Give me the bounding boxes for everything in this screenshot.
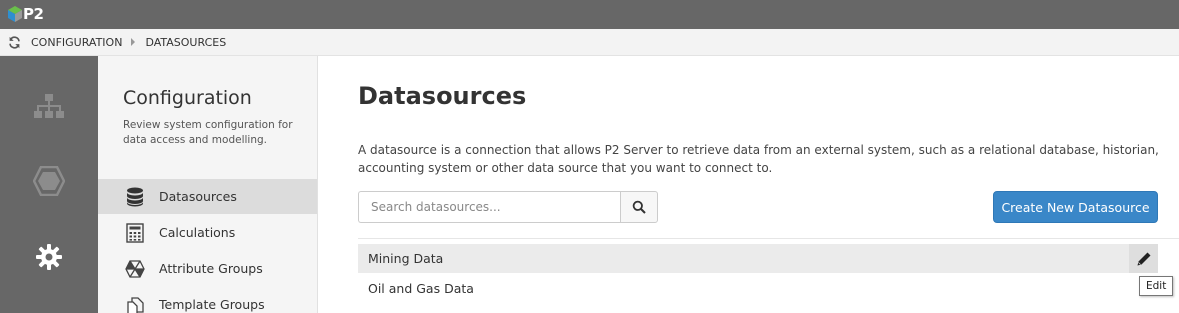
nav-item-datasources[interactable]: Datasources xyxy=(98,179,317,214)
nav-item-attribute-groups[interactable]: Attribute Groups xyxy=(98,251,317,286)
list-item-label: Mining Data xyxy=(368,251,444,266)
p2-logo-icon xyxy=(8,6,22,22)
calculator-icon xyxy=(124,222,146,244)
edit-button[interactable] xyxy=(1129,244,1158,273)
attribute-groups-icon xyxy=(124,258,146,280)
refresh-icon[interactable] xyxy=(7,35,21,49)
search-group xyxy=(358,191,658,223)
icon-rail xyxy=(0,56,98,313)
main-content: Datasources A datasource is a connection… xyxy=(318,56,1179,313)
list-item[interactable]: Oil and Gas Data xyxy=(358,274,1158,303)
nav-item-label: Attribute Groups xyxy=(159,261,263,276)
page-title: Datasources xyxy=(358,82,527,110)
edit-tooltip: Edit xyxy=(1139,276,1174,296)
search-button[interactable] xyxy=(620,191,658,223)
pencil-icon xyxy=(1137,252,1150,265)
list-item-label: Oil and Gas Data xyxy=(368,281,474,296)
breadcrumb-datasources: DATASOURCES xyxy=(145,35,227,49)
nav-item-template-groups[interactable]: Template Groups xyxy=(98,287,317,313)
nav-item-label: Calculations xyxy=(159,225,236,240)
page-description: A datasource is a connection that allows… xyxy=(358,143,1159,175)
panel-description: Review system configuration for data acc… xyxy=(123,119,293,146)
gear-icon[interactable] xyxy=(0,241,98,273)
search-icon xyxy=(632,200,646,214)
nav-item-label: Template Groups xyxy=(159,297,265,312)
create-datasource-button[interactable]: Create New Datasource xyxy=(993,191,1158,223)
hexagon-icon[interactable] xyxy=(0,164,98,198)
breadcrumb-separator-icon xyxy=(131,38,136,46)
database-icon xyxy=(124,186,146,208)
configuration-panel: Configuration Review system configuratio… xyxy=(98,56,318,313)
panel-title: Configuration xyxy=(123,87,252,109)
breadcrumb: CONFIGURATION DATASOURCES xyxy=(0,29,1179,56)
breadcrumb-configuration[interactable]: CONFIGURATION xyxy=(31,36,122,49)
search-input[interactable] xyxy=(358,191,620,223)
divider xyxy=(358,238,1179,239)
template-groups-icon xyxy=(124,294,146,313)
nav-item-calculations[interactable]: Calculations xyxy=(98,215,317,250)
list-item[interactable]: Mining Data xyxy=(358,244,1158,273)
app-logo[interactable]: P2 xyxy=(7,3,44,25)
hierarchy-icon[interactable] xyxy=(0,92,98,122)
logo-text: P2 xyxy=(23,5,44,23)
nav-item-label: Datasources xyxy=(159,189,237,204)
top-bar: P2 xyxy=(0,0,1179,29)
